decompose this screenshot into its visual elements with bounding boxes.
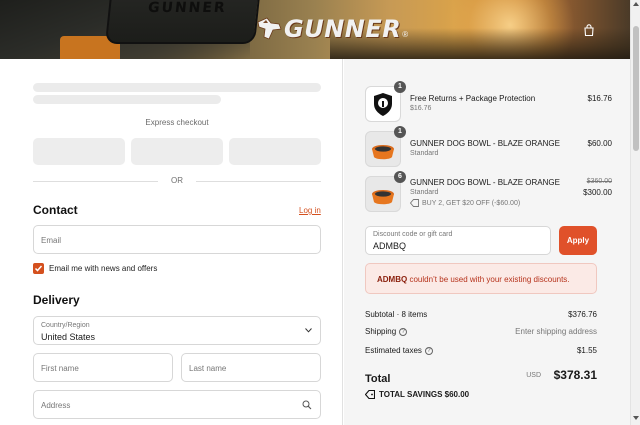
discount-code-value: ADMBQ (373, 241, 407, 251)
item-variant: Standard (410, 150, 439, 157)
crate-embossed-text: GUNNER (147, 0, 228, 16)
help-icon[interactable]: ? (399, 327, 408, 336)
discount-code-field[interactable]: Discount code or gift card ADMBQ (365, 226, 551, 255)
country-value: United States (41, 332, 96, 342)
header-banner: GUNNER GUNNER ® (0, 0, 630, 59)
tag-icon (365, 390, 375, 399)
error-message: couldn’t be used with your existing disc… (407, 275, 570, 284)
subtotal-row: Subtotal · 8 items $376.76 (365, 310, 597, 319)
help-icon[interactable]: ? (424, 346, 433, 355)
line-item: 6 GUNNER DOG BOWL - BLAZE ORANGE Standar… (365, 171, 612, 212)
delivery-heading: Delivery (33, 293, 80, 307)
item-price: $300.00 (583, 188, 612, 197)
country-select[interactable]: Country/Region United States (33, 316, 321, 345)
total-row: Total USD $378.31 (365, 368, 597, 387)
or-label: OR (171, 176, 183, 185)
shipping-label: Shipping (365, 327, 397, 336)
total-savings: TOTAL SAVINGS $60.00 (365, 390, 469, 399)
first-name-field[interactable]: First name (33, 353, 173, 382)
taxes-value: $1.55 (576, 346, 597, 355)
registered-mark: ® (402, 29, 409, 39)
search-icon (302, 400, 312, 410)
express-pay-button-1[interactable] (33, 138, 125, 165)
shield-lock-icon (374, 93, 392, 116)
scrollbar-thumb[interactable] (633, 26, 639, 151)
shipping-value: Enter shipping address (515, 327, 597, 336)
or-divider: OR (33, 176, 321, 186)
savings-label: TOTAL SAVINGS (379, 390, 443, 399)
discount-tag: BUY 2, GET $20 OFF (-$60.00) (410, 199, 520, 207)
item-sub: $16.76 (410, 105, 432, 112)
contact-heading: Contact (33, 203, 78, 217)
shipping-row: Shipping? Enter shipping address (365, 327, 597, 336)
chevron-down-icon (305, 328, 312, 333)
taxes-label: Estimated taxes (365, 346, 422, 355)
subtotal-value: $376.76 (568, 310, 597, 319)
item-price: $16.76 (587, 94, 612, 103)
quantity-badge: 6 (394, 171, 406, 183)
item-name: GUNNER DOG BOWL - BLAZE ORANGE (410, 178, 560, 187)
discount-code-label: Discount code or gift card (373, 231, 453, 238)
shopping-bag-icon[interactable] (582, 23, 596, 37)
dog-head-logo-icon (257, 17, 282, 40)
loading-skeleton-line (33, 83, 321, 92)
apply-button[interactable]: Apply (559, 226, 597, 255)
page-scrollbar[interactable] (630, 0, 640, 425)
tag-icon (410, 199, 419, 207)
loading-skeleton-line (33, 95, 221, 104)
address-field[interactable]: Address (33, 390, 321, 419)
last-name-field[interactable]: Last name (181, 353, 321, 382)
total-currency: USD (526, 372, 541, 379)
item-price: $60.00 (587, 139, 612, 148)
savings-value: $60.00 (444, 390, 470, 399)
scroll-up-arrow-icon[interactable] (633, 2, 639, 6)
quantity-badge: 1 (394, 81, 406, 93)
country-label: Country/Region (41, 322, 90, 329)
item-original-price: $360.00 (586, 178, 612, 185)
email-placeholder: Email (41, 236, 62, 245)
checkmark-icon (34, 265, 43, 272)
express-pay-button-3[interactable] (229, 138, 321, 165)
line-item: 1 GUNNER DOG BOWL - BLAZE ORANGE Standar… (365, 126, 612, 167)
newsletter-label: Email me with news and offers (49, 264, 158, 273)
login-link[interactable]: Log in (299, 206, 321, 215)
order-summary: 1 Free Returns + Package Protection $16.… (344, 59, 630, 425)
subtotal-label: Subtotal · 8 items (365, 310, 428, 319)
last-name-placeholder: Last name (189, 364, 227, 373)
address-placeholder: Address (41, 401, 71, 410)
email-field[interactable]: Email (33, 225, 321, 254)
checkout-form: Express checkout OR Contact Log in Email… (0, 59, 343, 425)
discount-tag-label: BUY 2, GET $20 OFF (-$60.00) (422, 199, 521, 207)
dog-bowl-icon (372, 190, 394, 205)
scroll-down-arrow-icon[interactable] (633, 416, 639, 420)
total-label: Total (365, 373, 391, 385)
error-code: ADMBQ (377, 275, 408, 284)
taxes-row: Estimated taxes? $1.55 (365, 346, 597, 355)
express-pay-button-2[interactable] (131, 138, 223, 165)
express-checkout-label: Express checkout (145, 118, 209, 127)
line-item: 1 Free Returns + Package Protection $16.… (365, 81, 612, 122)
newsletter-checkbox[interactable] (33, 263, 44, 274)
first-name-placeholder: First name (41, 364, 79, 373)
item-name: GUNNER DOG BOWL - BLAZE ORANGE (410, 139, 560, 148)
discount-error-banner: ADMBQ couldn’t be used with your existin… (365, 263, 597, 294)
brand-logo[interactable]: GUNNER ® (255, 15, 408, 43)
item-variant: Standard (410, 189, 439, 196)
quantity-badge: 1 (394, 126, 406, 138)
brand-name: GUNNER (284, 15, 402, 43)
total-value: $378.31 (553, 368, 597, 382)
dog-bowl-icon (372, 145, 394, 160)
item-name: Free Returns + Package Protection (410, 94, 536, 103)
